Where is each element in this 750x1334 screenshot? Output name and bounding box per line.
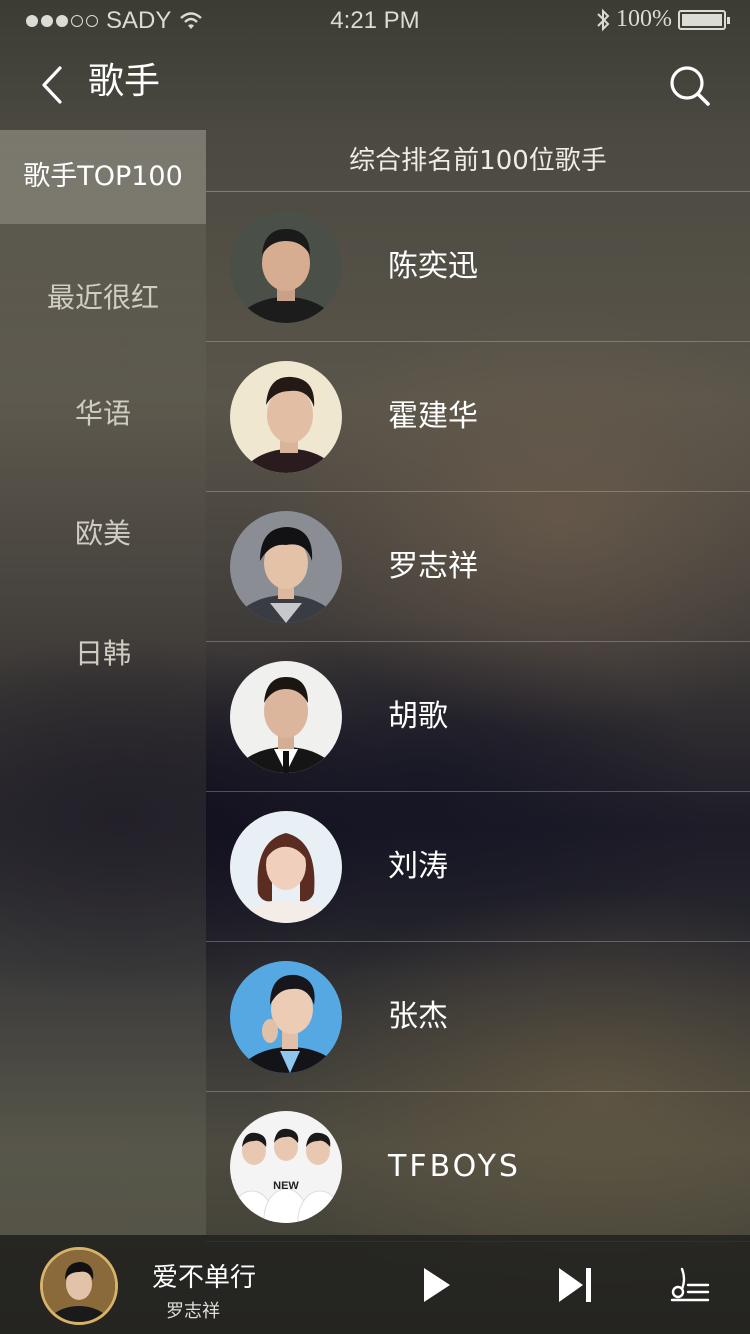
singer-name: 刘涛	[388, 849, 448, 884]
singer-name: 霍建华	[388, 399, 478, 434]
mini-player: 爱不单行 罗志祥	[0, 1235, 750, 1334]
singer-avatar	[230, 211, 342, 323]
sidebar-item-western[interactable]: 欧美	[0, 512, 206, 552]
sidebar-item-trending[interactable]: 最近很红	[0, 276, 206, 316]
singer-row[interactable]: 刘涛	[206, 792, 750, 942]
singer-row[interactable]: 罗志祥	[206, 492, 750, 642]
singer-name: 胡歌	[388, 699, 448, 734]
bluetooth-icon	[597, 8, 610, 31]
chevron-left-icon	[42, 66, 62, 104]
category-sidebar: 歌手TOP100 最近很红 华语 欧美 日韩	[0, 130, 206, 1235]
search-icon	[670, 66, 710, 106]
playlist-button[interactable]	[668, 1265, 712, 1305]
sidebar-item-japan-korea[interactable]: 日韩	[0, 632, 206, 672]
svg-text:NEW: NEW	[273, 1180, 299, 1192]
singer-list: 综合排名前100位歌手 陈奕迅 霍建华 罗志祥 胡歌 刘涛 张杰 NEW TFB…	[206, 130, 750, 1242]
status-bar: SADY 4:21 PM 100%	[0, 0, 750, 40]
album-cover[interactable]	[40, 1247, 118, 1325]
singer-row[interactable]: 陈奕迅	[206, 192, 750, 342]
singer-avatar	[230, 511, 342, 623]
singer-avatar	[230, 811, 342, 923]
playlist-icon	[670, 1267, 710, 1302]
singer-name: 张杰	[388, 999, 448, 1034]
singer-name: 罗志祥	[388, 549, 478, 584]
singer-avatar	[230, 961, 342, 1073]
nav-bar: 歌手	[0, 40, 750, 130]
singer-row[interactable]: 张杰	[206, 942, 750, 1092]
singer-row[interactable]: 胡歌	[206, 642, 750, 792]
page-title: 歌手	[88, 61, 161, 102]
skip-next-icon	[559, 1268, 591, 1302]
play-icon	[424, 1268, 450, 1302]
play-button[interactable]	[418, 1265, 454, 1305]
song-title: 爱不单行	[152, 1263, 257, 1293]
singer-avatar: NEW	[230, 1111, 342, 1223]
search-button[interactable]	[666, 62, 714, 110]
singer-name: TFBOYS	[388, 1149, 521, 1184]
singer-row[interactable]: NEW TFBOYS	[206, 1092, 750, 1242]
singer-row[interactable]: 霍建华	[206, 342, 750, 492]
singer-avatar	[230, 361, 342, 473]
status-right: 100%	[596, 6, 730, 33]
sidebar-item-top100[interactable]: 歌手TOP100	[0, 130, 206, 224]
sidebar-item-chinese[interactable]: 华语	[0, 392, 206, 432]
back-button[interactable]	[30, 60, 74, 110]
next-track-button[interactable]	[555, 1265, 595, 1305]
singer-avatar	[230, 661, 342, 773]
song-artist: 罗志祥	[166, 1301, 220, 1322]
battery-icon	[678, 9, 730, 30]
singer-name: 陈奕迅	[388, 249, 478, 284]
list-header: 综合排名前100位歌手	[206, 130, 750, 192]
battery-percent: 100%	[616, 6, 672, 32]
